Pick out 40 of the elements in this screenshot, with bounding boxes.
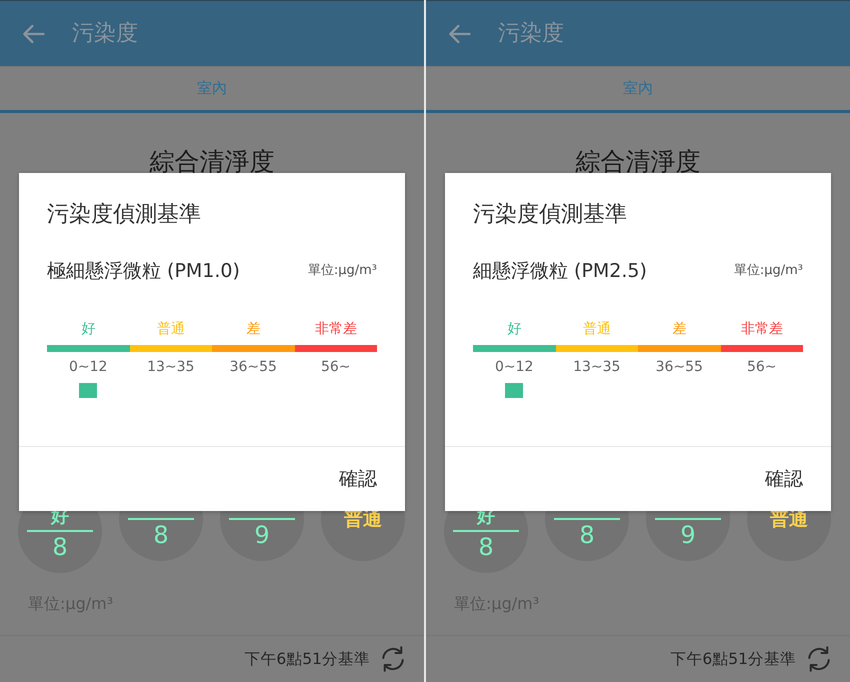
rating-value: 9 [680, 522, 696, 548]
level-range: 36~55 [230, 358, 277, 377]
level-label: 普通 [156, 320, 185, 339]
section-title: 綜合清淨度 [150, 149, 274, 174]
section-title: 綜合清淨度 [576, 149, 700, 174]
level-range: 36~55 [656, 358, 703, 377]
level-label: 差 [672, 320, 686, 339]
level-label: 普通 [582, 320, 611, 339]
unit-label: 單位:μg/m³ [734, 262, 803, 280]
level-range: 0~12 [69, 358, 108, 377]
refresh-icon[interactable] [381, 646, 405, 672]
timestamp-text: 下午6點51分基準 [670, 649, 796, 669]
confirm-button[interactable]: 確認 [765, 459, 803, 499]
level-range: 13~35 [147, 358, 194, 377]
back-icon[interactable] [22, 24, 45, 44]
level-label: 好 [81, 320, 96, 339]
app-bar-title: 污染度 [72, 20, 138, 48]
level-label: 非常差 [314, 320, 357, 339]
level-range: 56~ [320, 358, 351, 377]
level-range: 56~ [746, 358, 777, 377]
pollutant-name: 極細懸浮微粒 (PM1.0) [47, 259, 240, 284]
level-label: 非常差 [740, 320, 783, 339]
app-bar-title: 污染度 [498, 20, 564, 48]
confirm-button[interactable]: 確認 [339, 459, 377, 499]
dialog-title: 污染度偵測基準 [47, 201, 202, 229]
rating-value: 8 [52, 534, 68, 560]
rating-value: 9 [254, 522, 270, 548]
refresh-icon[interactable] [807, 646, 831, 672]
timestamp-text: 下午6點51分基準 [244, 649, 370, 669]
back-icon[interactable] [448, 24, 471, 44]
level-range: 0~12 [495, 358, 534, 377]
dialog-title: 污染度偵測基準 [473, 201, 628, 229]
level-range: 13~35 [573, 358, 620, 377]
unit-label: 單位:μg/m³ [308, 262, 377, 280]
level-label: 差 [246, 320, 260, 339]
pollutant-name: 細懸浮微粒 (PM2.5) [473, 259, 647, 284]
level-label: 好 [507, 320, 522, 339]
rating-value: 8 [579, 522, 595, 548]
rating-value: 8 [478, 534, 494, 560]
rating-value: 8 [153, 522, 169, 548]
